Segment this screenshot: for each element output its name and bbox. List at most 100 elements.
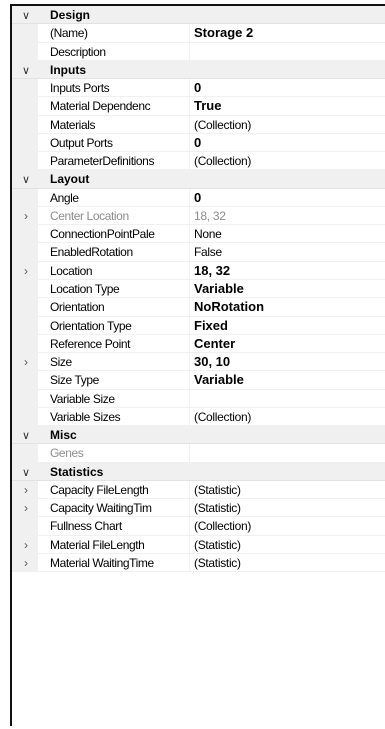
property-row-materials[interactable]: Materials (Collection) [12, 115, 385, 134]
property-row-inputs-ports[interactable]: Inputs Ports 0 [12, 79, 385, 98]
row-gutter [12, 298, 38, 316]
property-name: Center Location [50, 208, 129, 223]
category-misc[interactable]: ∨ Misc [12, 426, 385, 445]
property-value[interactable]: (Collection) [194, 116, 251, 134]
row-gutter [12, 115, 38, 133]
property-value[interactable]: (Collection) [194, 408, 251, 426]
category-design[interactable]: ∨ Design [12, 6, 385, 25]
property-grid: ∨ Design (Name) Storage 2 Description ∨ Inputs… [10, 4, 385, 726]
property-row-capacity-filelength[interactable]: › Capacity FileLength (Statistic) [12, 480, 385, 500]
property-row-orientation-type[interactable]: Orientation Type Fixed [12, 316, 385, 335]
property-name: Capacity WaitingTim [50, 501, 152, 516]
chevron-down-icon[interactable]: ∨ [22, 8, 30, 24]
row-gutter [12, 444, 38, 462]
property-row-output-ports[interactable]: Output Ports 0 [12, 133, 385, 153]
column-divider [189, 553, 190, 572]
property-name: Variable Sizes [50, 409, 121, 424]
property-row-location[interactable]: › Location 18, 32 [12, 261, 385, 280]
property-value[interactable]: 0 [194, 134, 201, 152]
property-value[interactable]: 0 [194, 79, 201, 97]
property-row-enabledrotation[interactable]: EnabledRotation False [12, 243, 385, 262]
column-divider [189, 316, 190, 334]
property-value[interactable]: Variable [194, 280, 244, 298]
property-name: (Name) [50, 26, 88, 41]
property-value[interactable]: Variable [194, 371, 244, 389]
column-divider [189, 353, 190, 371]
property-row-variable-size[interactable]: Variable Size [12, 389, 385, 408]
row-gutter [12, 225, 38, 243]
property-row-center-location[interactable]: › Center Location 18, 32 [12, 206, 385, 226]
property-value[interactable]: (Statistic) [194, 499, 241, 517]
property-row-material-dependenc[interactable]: Material Dependenc True [12, 97, 385, 116]
column-divider [189, 133, 190, 152]
property-value[interactable]: (Collection) [194, 152, 251, 170]
property-row-material-waitingtime[interactable]: › Material WaitingTime (Statistic) [12, 553, 385, 573]
property-row-fullness-chart[interactable]: Fullness Chart (Collection) [12, 517, 385, 536]
category-label: Design [50, 8, 91, 22]
property-row-reference-point[interactable]: Reference Point Center [12, 334, 385, 354]
property-value[interactable]: 0 [194, 189, 201, 207]
property-row-size[interactable]: › Size 30, 10 [12, 353, 385, 372]
column-divider [189, 261, 190, 279]
property-value[interactable]: Fixed [194, 317, 228, 335]
chevron-right-icon[interactable]: › [24, 263, 28, 279]
property-value[interactable]: Center [194, 335, 235, 353]
property-value[interactable]: Storage 2 [194, 24, 253, 42]
property-name: Orientation [50, 300, 105, 315]
column-divider [189, 243, 190, 261]
property-row-name[interactable]: (Name) Storage 2 [12, 24, 385, 43]
column-divider [189, 535, 190, 553]
property-row-connectionpointpale[interactable]: ConnectionPointPale None [12, 225, 385, 244]
category-label: Statistics [50, 464, 104, 479]
chevron-right-icon[interactable]: › [24, 555, 28, 571]
property-row-genes[interactable]: Genes [12, 444, 385, 463]
category-label: Inputs [50, 62, 86, 77]
property-name: Size Type [50, 373, 99, 388]
property-value[interactable]: 18, 32 [194, 262, 230, 280]
property-value[interactable]: (Statistic) [194, 536, 241, 554]
chevron-down-icon[interactable]: ∨ [22, 63, 30, 79]
property-value[interactable]: True [194, 97, 221, 115]
chevron-right-icon[interactable]: › [24, 482, 28, 498]
chevron-down-icon[interactable]: ∨ [22, 428, 30, 444]
column-divider [189, 407, 190, 426]
property-name: Description [50, 44, 106, 59]
property-row-capacity-waitingtim[interactable]: › Capacity WaitingTim (Statistic) [12, 499, 385, 518]
property-row-location-type[interactable]: Location Type Variable [12, 279, 385, 299]
row-gutter [12, 407, 38, 426]
property-value[interactable]: (Collection) [194, 517, 251, 535]
property-name: Material Dependenc [50, 99, 151, 114]
chevron-right-icon[interactable]: › [24, 537, 28, 553]
category-label: Misc [50, 428, 77, 443]
row-gutter [12, 389, 38, 407]
property-row-size-type[interactable]: Size Type Variable [12, 371, 385, 390]
property-row-angle[interactable]: Angle 0 [12, 188, 385, 207]
chevron-down-icon[interactable]: ∨ [22, 172, 30, 188]
property-row-variable-sizes[interactable]: Variable Sizes (Collection) [12, 407, 385, 427]
chevron-down-icon[interactable]: ∨ [22, 465, 30, 481]
category-layout[interactable]: ∨ Layout [12, 170, 385, 189]
property-row-material-filelength[interactable]: › Material FileLength (Statistic) [12, 535, 385, 554]
property-row-orientation[interactable]: Orientation NoRotation [12, 298, 385, 317]
property-row-description[interactable]: Description [12, 42, 385, 61]
property-value[interactable]: (Statistic) [194, 481, 241, 499]
property-value[interactable]: None [194, 225, 222, 243]
property-value[interactable]: 18, 32 [194, 207, 226, 225]
category-inputs[interactable]: ∨ Inputs [12, 60, 385, 80]
row-gutter [12, 279, 38, 298]
property-value[interactable]: 30, 10 [194, 353, 230, 371]
category-label: Layout [50, 172, 90, 187]
property-value[interactable]: False [194, 243, 222, 261]
property-value[interactable]: (Statistic) [194, 554, 241, 572]
property-value[interactable]: NoRotation [194, 298, 264, 316]
category-statistics[interactable]: ∨ Statistics [12, 462, 385, 481]
column-divider [189, 279, 190, 298]
row-gutter: › [12, 499, 38, 517]
chevron-right-icon[interactable]: › [24, 500, 28, 516]
property-row-parameterdefinitions[interactable]: ParameterDefinitions (Collection) [12, 152, 385, 171]
property-name: Location [50, 263, 93, 278]
property-name: Reference Point [50, 336, 131, 351]
chevron-right-icon[interactable]: › [24, 354, 28, 370]
property-name: Genes [50, 446, 84, 461]
chevron-right-icon[interactable]: › [24, 208, 28, 224]
